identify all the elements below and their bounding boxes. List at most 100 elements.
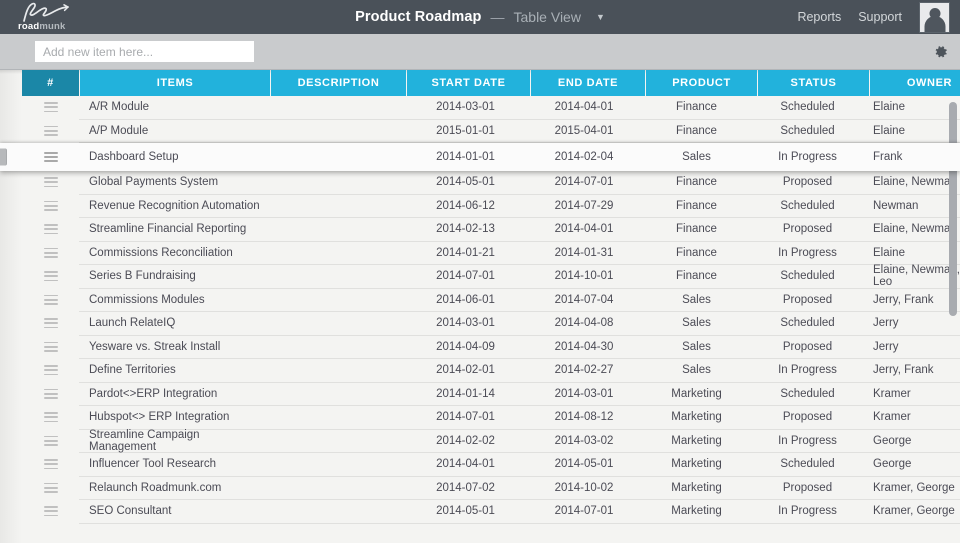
cell-start-date[interactable]: 2014-01-14 bbox=[404, 383, 527, 406]
nav-link-reports[interactable]: Reports bbox=[797, 10, 841, 24]
cell-end-date[interactable]: 2014-08-12 bbox=[527, 406, 641, 430]
cell-status[interactable]: Scheduled bbox=[752, 312, 863, 336]
cell-end-date[interactable]: 2014-07-01 bbox=[527, 171, 641, 195]
cell-start-date[interactable]: 2014-06-12 bbox=[404, 195, 527, 218]
drag-handle-icon[interactable] bbox=[43, 412, 58, 423]
drag-handle-icon[interactable] bbox=[43, 459, 58, 470]
cell-end-date[interactable]: 2014-02-27 bbox=[527, 359, 641, 383]
cell-end-date[interactable]: 2014-10-01 bbox=[527, 265, 641, 289]
cell-start-date[interactable]: 2014-07-01 bbox=[404, 406, 527, 430]
table-row[interactable]: Revenue Recognition Automation 2014-06-12… bbox=[22, 195, 960, 219]
cell-item[interactable]: Hubspot<> ERP Integration bbox=[79, 406, 269, 430]
row-drag-handle[interactable] bbox=[22, 152, 79, 162]
row-drag-handle[interactable] bbox=[22, 218, 79, 242]
dragged-table-row[interactable]: Dashboard Setup 2014-01-01 2014-02-04 Sa… bbox=[0, 143, 960, 171]
cell-owner[interactable]: Jerry bbox=[863, 336, 960, 359]
cell-end-date[interactable]: 2015-04-01 bbox=[527, 120, 641, 143]
cell-end-date[interactable]: 2014-07-29 bbox=[527, 195, 641, 218]
cell-status[interactable]: Proposed bbox=[752, 336, 863, 359]
cell-owner[interactable]: Jerry, Frank bbox=[863, 289, 960, 312]
row-drag-handle[interactable] bbox=[22, 430, 79, 454]
cell-end-date[interactable]: 2014-03-01 bbox=[527, 383, 641, 406]
cell-owner[interactable]: Elaine bbox=[863, 96, 960, 120]
column-header-owner[interactable]: OWNER bbox=[870, 70, 960, 96]
cell-item[interactable]: Commissions Modules bbox=[79, 289, 269, 312]
cell-start-date[interactable]: 2014-01-01 bbox=[404, 151, 527, 163]
cell-owner[interactable]: Kramer, George bbox=[863, 500, 960, 524]
cell-status[interactable]: Proposed bbox=[752, 171, 863, 195]
cell-status[interactable]: Proposed bbox=[752, 477, 863, 500]
cell-product[interactable]: Marketing bbox=[641, 430, 752, 453]
column-header-description[interactable]: DESCRIPTION bbox=[271, 70, 406, 96]
row-drag-handle[interactable] bbox=[22, 477, 79, 501]
table-row[interactable]: Yesware vs. Streak Install 2014-04-09 2014… bbox=[22, 336, 960, 359]
cell-product[interactable]: Marketing bbox=[641, 500, 752, 524]
cell-item[interactable]: Commissions Reconciliation bbox=[79, 242, 269, 265]
cell-product[interactable]: Finance bbox=[641, 171, 752, 195]
cell-start-date[interactable]: 2014-03-01 bbox=[404, 96, 527, 120]
avatar[interactable] bbox=[919, 1, 950, 33]
table-row[interactable]: A/P Module 2015-01-01 2015-04-01 Finance Sch… bbox=[22, 120, 960, 143]
cell-owner[interactable]: Jerry, Frank bbox=[863, 359, 960, 383]
cell-start-date[interactable]: 2014-07-02 bbox=[404, 477, 527, 500]
cell-owner[interactable]: Newman bbox=[863, 195, 960, 218]
cell-description[interactable] bbox=[269, 359, 404, 383]
table-row[interactable]: Relaunch Roadmunk.com 2014-07-02 2014-10-0… bbox=[22, 477, 960, 501]
cell-start-date[interactable]: 2014-02-01 bbox=[404, 359, 527, 383]
brand-logo[interactable]: roadmunk bbox=[0, 0, 112, 34]
drag-handle-icon[interactable] bbox=[43, 200, 58, 211]
cell-item[interactable]: Define Territories bbox=[79, 359, 269, 383]
drag-handle-icon[interactable] bbox=[43, 271, 58, 282]
cell-item[interactable]: A/P Module bbox=[79, 120, 269, 143]
table-row[interactable]: Commissions Reconciliation 2014-01-21 2014… bbox=[22, 242, 960, 266]
cell-description[interactable] bbox=[269, 96, 404, 120]
cell-description[interactable] bbox=[269, 430, 404, 453]
cell-description[interactable] bbox=[269, 242, 404, 265]
cell-status[interactable]: In Progress bbox=[752, 430, 863, 453]
row-drag-handle[interactable] bbox=[22, 453, 79, 477]
table-row[interactable]: SEO Consultant 2014-05-01 2014-07-01 Market… bbox=[22, 500, 960, 524]
cell-owner[interactable]: Frank bbox=[863, 151, 960, 163]
row-drag-handle[interactable] bbox=[22, 242, 79, 266]
add-new-item-input[interactable] bbox=[35, 41, 254, 62]
cell-owner[interactable]: Kramer bbox=[863, 406, 960, 430]
cell-product[interactable]: Sales bbox=[641, 359, 752, 383]
cell-item[interactable]: Global Payments System bbox=[79, 171, 269, 195]
cell-product[interactable]: Sales bbox=[641, 151, 752, 163]
cell-status[interactable]: Proposed bbox=[752, 289, 863, 312]
cell-product[interactable]: Marketing bbox=[641, 477, 752, 500]
row-drag-handle[interactable] bbox=[22, 96, 79, 120]
drag-handle-icon[interactable] bbox=[43, 247, 58, 258]
table-row[interactable]: Pardot<>ERP Integration 2014-01-14 2014-03… bbox=[22, 383, 960, 406]
vertical-scrollbar[interactable] bbox=[949, 102, 957, 316]
column-header-status[interactable]: STATUS bbox=[758, 70, 869, 96]
cell-end-date[interactable]: 2014-10-02 bbox=[527, 477, 641, 500]
cell-item[interactable]: Revenue Recognition Automation bbox=[79, 195, 269, 218]
cell-product[interactable]: Finance bbox=[641, 96, 752, 120]
cell-end-date[interactable]: 2014-04-01 bbox=[527, 96, 641, 120]
row-drag-handle[interactable] bbox=[22, 171, 79, 195]
cell-description[interactable] bbox=[269, 195, 404, 218]
row-drag-handle[interactable] bbox=[22, 359, 79, 383]
cell-description[interactable] bbox=[269, 171, 404, 195]
row-drag-handle[interactable] bbox=[22, 406, 79, 430]
cell-owner[interactable]: Kramer bbox=[863, 383, 960, 406]
cell-end-date[interactable]: 2014-04-01 bbox=[527, 218, 641, 242]
cell-description[interactable] bbox=[269, 265, 404, 289]
cell-start-date[interactable]: 2014-07-01 bbox=[404, 265, 527, 289]
cell-product[interactable]: Marketing bbox=[641, 383, 752, 406]
cell-product[interactable]: Finance bbox=[641, 242, 752, 265]
chevron-down-icon[interactable]: ▼ bbox=[596, 12, 605, 22]
cell-product[interactable]: Marketing bbox=[641, 453, 752, 477]
table-row[interactable]: Streamline Financial Reporting 2014-02-13… bbox=[22, 218, 960, 242]
drag-handle-icon[interactable] bbox=[43, 365, 58, 376]
table-row[interactable]: A/R Module 2014-03-01 2014-04-01 Finance Sch… bbox=[22, 96, 960, 120]
row-drag-handle[interactable] bbox=[22, 195, 79, 219]
cell-status[interactable]: In Progress bbox=[752, 151, 863, 163]
table-row[interactable]: Streamline Campaign Management 2014-02-02… bbox=[22, 429, 960, 454]
cell-status[interactable]: Scheduled bbox=[752, 383, 863, 406]
cell-item[interactable]: Series B Fundraising bbox=[79, 265, 269, 289]
cell-owner[interactable]: Elaine, Newman, Leo bbox=[863, 264, 960, 289]
cell-end-date[interactable]: 2014-02-04 bbox=[527, 151, 641, 163]
table-row[interactable]: Global Payments System 2014-05-01 2014-07-… bbox=[22, 171, 960, 195]
